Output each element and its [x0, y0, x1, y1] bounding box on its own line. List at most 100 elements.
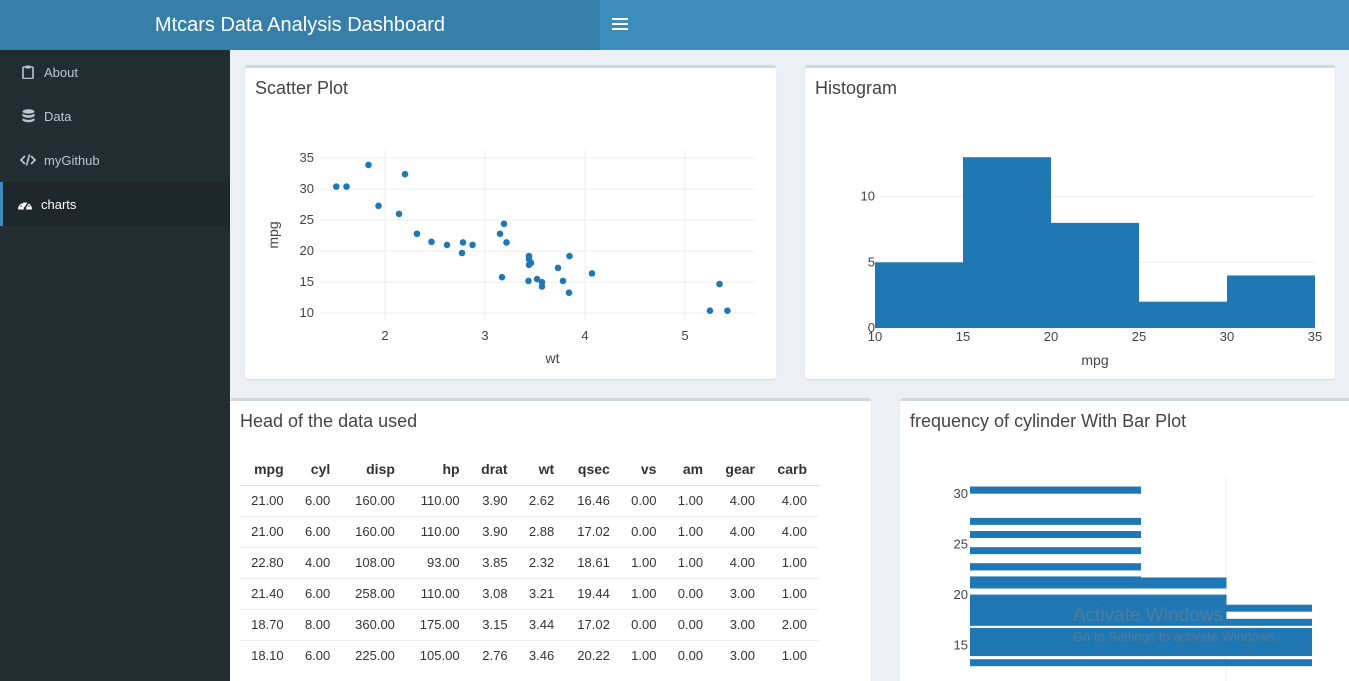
- scatter-point: [469, 241, 476, 249]
- cylinder-bar: [970, 547, 1141, 555]
- x-tick-label: 5: [681, 328, 688, 343]
- column-header[interactable]: hp: [406, 453, 472, 486]
- table-cell: 258.00: [342, 577, 407, 609]
- table-cell: 0.00: [621, 515, 669, 547]
- table-cell: 4.00: [767, 484, 819, 516]
- column-header[interactable]: gear: [715, 453, 767, 486]
- column-header[interactable]: vs: [621, 453, 669, 486]
- hamburger-icon-bar: [612, 23, 628, 25]
- table-cell: 0.00: [668, 639, 716, 671]
- table-cell: 4.00: [767, 515, 819, 547]
- table-cell: 2.62: [519, 484, 567, 516]
- x-tick-label: 25: [1132, 329, 1146, 344]
- column-header[interactable]: wt: [519, 453, 567, 486]
- scatter-point: [365, 161, 372, 169]
- sidebar-item-label: Data: [44, 108, 72, 124]
- column-header[interactable]: disp: [342, 453, 407, 486]
- table-header-row: mpg cyl disp hp drat wt qsec vs am gear carb: [240, 453, 819, 486]
- table-cell: 8.00: [295, 608, 343, 640]
- x-tick-label: 20: [1044, 329, 1058, 344]
- column-header[interactable]: qsec: [566, 453, 622, 486]
- column-header[interactable]: am: [668, 453, 716, 486]
- scatter-point: [443, 241, 451, 249]
- cylinder-bar: [970, 563, 1141, 571]
- table-cell: 18.70: [240, 608, 296, 640]
- y-tick-label: 15: [300, 274, 314, 289]
- table-cell: 3.00: [715, 577, 767, 609]
- column-header[interactable]: carb: [767, 453, 819, 486]
- scatter-point: [413, 230, 421, 238]
- table-cell: 0.00: [621, 608, 669, 640]
- table-cell: 6.00: [295, 639, 343, 671]
- table-cell: 1.00: [668, 515, 716, 547]
- sidebar-item-about[interactable]: About: [0, 50, 230, 94]
- table-row: 18.10 6.00 225.00 105.00 2.76 3.46 20.22 1.00 0.…: [240, 639, 819, 671]
- clipboard-icon: [20, 64, 36, 80]
- table-row: 21.00 6.00 160.00 110.00 3.90 2.62 16.46 0.00 1.…: [240, 484, 819, 516]
- sidebar-item-data[interactable]: Data: [0, 94, 230, 138]
- scatter-point: [375, 202, 382, 210]
- scatter-chart[interactable]: 10 15 20 25 30 35 2 3 4 5 wt mpg: [245, 68, 776, 379]
- scatter-plot-box: Scatter Plot 10 15 20 25 30 35 2 3 4 5 wt mpg: [245, 65, 776, 379]
- table-cell: 21.00: [240, 515, 296, 547]
- x-tick-label: 2: [381, 328, 388, 343]
- x-tick-label: 35: [1308, 329, 1322, 344]
- table-cell: 110.00: [406, 484, 472, 516]
- table-row: 21.00 6.00 160.00 110.00 3.90 2.88 17.02 0.00 1.…: [240, 515, 819, 547]
- table-cell: 3.00: [715, 608, 767, 640]
- table-cell: 3.00: [715, 639, 767, 671]
- table-cell: 110.00: [406, 515, 472, 547]
- table-cell: 6.00: [295, 484, 343, 516]
- scatter-point: [500, 220, 508, 228]
- activate-windows-watermark: Activate Windows Go to Settings to activ…: [1073, 605, 1278, 644]
- table-cell: 17.02: [566, 515, 622, 547]
- histogram-bar: [875, 262, 963, 328]
- cylinder-bar: [970, 576, 1141, 584]
- code-icon: [20, 152, 36, 168]
- table-cell: 3.21: [519, 577, 567, 609]
- table-cell: 225.00: [342, 639, 407, 671]
- sidebar-item-charts[interactable]: charts: [0, 182, 230, 226]
- table-cell: 108.00: [342, 546, 407, 578]
- table-cell: 4.00: [715, 484, 767, 516]
- column-header[interactable]: mpg: [240, 453, 296, 486]
- scatter-point: [503, 239, 510, 246]
- table-cell: 1.00: [621, 546, 669, 578]
- y-tick-label: 10: [300, 305, 314, 320]
- table-cell: 110.00: [406, 577, 472, 609]
- column-header[interactable]: cyl: [295, 453, 343, 486]
- table-cell: 18.61: [566, 546, 622, 578]
- table-cell: 19.44: [566, 577, 622, 609]
- histogram-chart[interactable]: 051010 15 20 25 30 35mpg: [805, 68, 1335, 379]
- cylinder-bar: [970, 594, 1227, 602]
- table-cell: 21.40: [240, 577, 296, 609]
- table-cell: 17.02: [566, 608, 622, 640]
- table-cell: 1.00: [621, 577, 669, 609]
- cylinder-bar: [970, 486, 1141, 494]
- histogram-bar: [963, 157, 1051, 328]
- sidebar-toggle-button[interactable]: [612, 15, 628, 35]
- hamburger-icon-bar: [612, 28, 628, 30]
- scatter-point: [343, 183, 350, 190]
- scatter-point: [525, 277, 532, 285]
- table-cell: 2.88: [519, 515, 567, 547]
- scatter-point: [498, 273, 506, 281]
- database-icon: [20, 108, 36, 124]
- table-cell: 18.10: [240, 639, 296, 671]
- table-cell: 0.00: [621, 484, 669, 516]
- scatter-point: [401, 170, 409, 178]
- data-table: mpg cyl disp hp drat wt qsec vs am gear carb 21.00…: [240, 453, 819, 671]
- table-cell: 1.00: [668, 484, 716, 516]
- table-cell: 93.00: [406, 546, 472, 578]
- box-title: Head of the data used: [240, 411, 418, 431]
- x-tick-label: 15: [956, 329, 970, 344]
- x-tick-label: 10: [868, 329, 882, 344]
- sidebar-item-mygithub[interactable]: myGithub: [0, 138, 230, 182]
- column-header[interactable]: drat: [471, 453, 520, 486]
- x-tick-label: 3: [481, 328, 488, 343]
- scatter-point: [724, 307, 731, 314]
- table-cell: 6.00: [295, 515, 343, 547]
- histogram-box: Histogram 0 5 10 10 15 20 25 30 35 mpg: [805, 65, 1335, 379]
- table-row: 21.40 6.00 258.00 110.00 3.08 3.21 19.44 1.00 0.…: [240, 577, 819, 609]
- scatter-point: [333, 183, 340, 190]
